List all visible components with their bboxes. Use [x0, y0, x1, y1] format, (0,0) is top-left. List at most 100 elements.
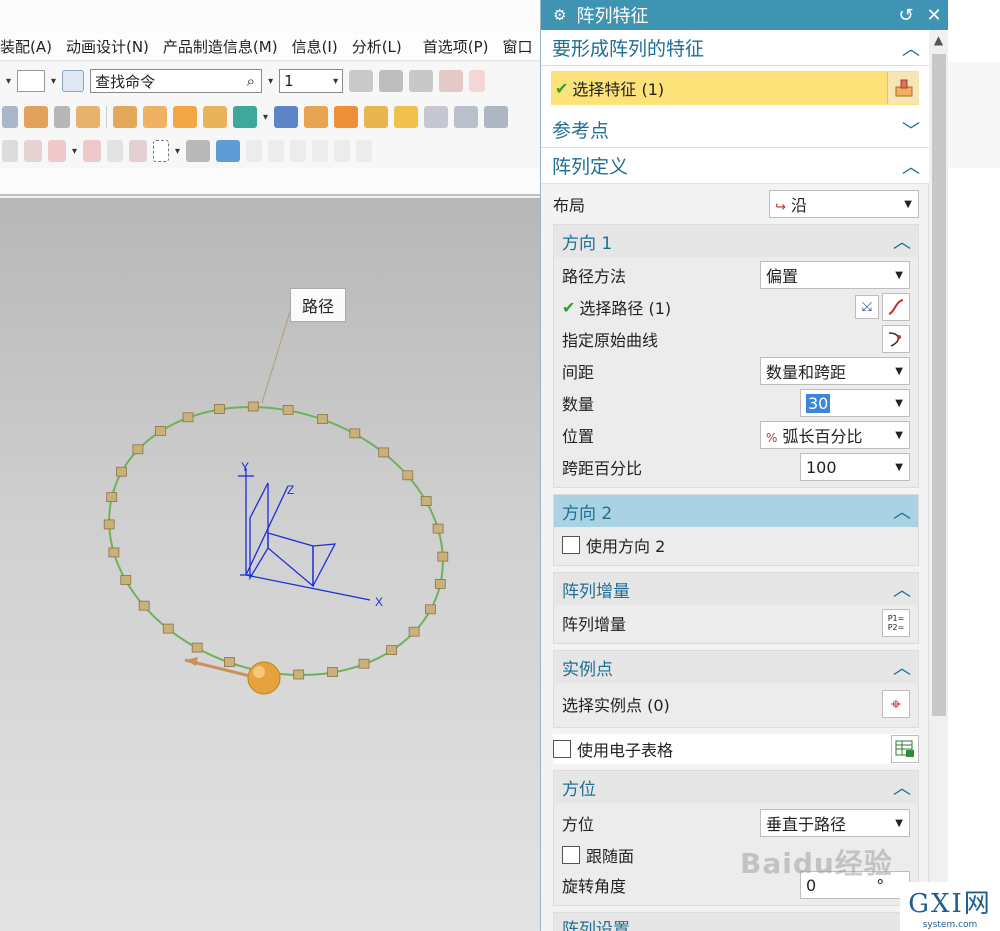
select-feature-row[interactable]: ✔ 选择特征 (1) [551, 71, 919, 105]
scroll-thumb[interactable] [932, 54, 946, 716]
chevron-down-icon[interactable]: ▾ [268, 76, 273, 87]
plus-icon[interactable] [334, 140, 351, 162]
position-dropdown[interactable]: % 弧长百分比 ▼ [760, 421, 910, 449]
hole-icon[interactable] [76, 106, 100, 128]
pattern-instance[interactable] [358, 658, 370, 669]
thicken-icon[interactable] [424, 106, 449, 128]
pattern-instance[interactable] [425, 604, 436, 615]
array-settings-header[interactable]: 阵列设置 [554, 913, 918, 931]
pattern-instance[interactable] [408, 626, 420, 637]
curve-icon[interactable] [469, 70, 486, 92]
reset-icon[interactable]: ↺ [892, 5, 920, 26]
scroll-up-icon[interactable]: ▲ [929, 30, 948, 50]
cut-icon[interactable] [484, 106, 509, 128]
curve-select-icon[interactable] [882, 293, 910, 321]
shell-icon[interactable] [304, 106, 329, 128]
mirror-icon[interactable] [203, 106, 227, 128]
chevron-down-icon[interactable]: ▼ [895, 462, 903, 473]
arc-icon[interactable] [268, 140, 285, 162]
block-icon[interactable] [24, 106, 48, 128]
find-command-input[interactable]: 查找命令 ⌕ [90, 69, 263, 93]
original-curve-icon[interactable] [882, 325, 910, 353]
chevron-up-icon[interactable]: ︿ [892, 774, 912, 800]
revolve-icon[interactable] [143, 106, 167, 128]
menu-preferences[interactable]: 首选项(P) [409, 36, 496, 57]
chevron-down-icon[interactable]: ▼ [895, 398, 903, 409]
chevron-down-icon[interactable]: ▾ [51, 76, 56, 87]
layout-dropdown[interactable]: ↪ 沿 ▼ [769, 190, 919, 218]
pattern-instance[interactable] [138, 600, 150, 611]
shade-icon[interactable] [186, 140, 211, 162]
p1-p2-table-icon[interactable]: P1= P2= [882, 609, 910, 637]
draft-icon[interactable] [274, 106, 299, 128]
close-icon[interactable]: ✕ [920, 5, 948, 26]
pattern-instance[interactable] [120, 574, 132, 585]
specify-curve-row[interactable]: 指定原始曲线 [562, 323, 910, 355]
orientation-dropdown[interactable]: 垂直于路径 ▼ [760, 809, 910, 837]
direction1-header[interactable]: 方向 1 ︿ [554, 225, 918, 257]
box-icon[interactable] [454, 106, 479, 128]
menu-info[interactable]: 信息(I) [285, 36, 345, 57]
spacing-dropdown[interactable]: 数量和跨距 ▼ [760, 357, 910, 385]
pattern-instance[interactable] [282, 404, 294, 415]
dialog-scrollbar[interactable]: ▲ [928, 30, 948, 931]
chevron-up-icon[interactable]: ︿ [892, 228, 912, 254]
path-curve[interactable] [108, 406, 444, 676]
filter-number-select[interactable]: 1 ▾ [279, 69, 344, 93]
use-direction2-checkbox[interactable] [562, 536, 580, 554]
pattern-instance[interactable] [154, 425, 166, 436]
count-value[interactable]: 30 [806, 393, 831, 413]
menu-assembly[interactable]: 装配(A) [0, 36, 59, 57]
pattern-instance[interactable] [224, 657, 235, 667]
gear-icon[interactable]: ⚙ [553, 6, 566, 24]
snap-icon[interactable] [2, 140, 18, 162]
direction2-header[interactable]: 方向 2 ︿ [554, 495, 918, 527]
chevron-down-icon[interactable]: ▾ [6, 76, 11, 87]
rect-select-icon[interactable] [153, 140, 170, 162]
pattern-instance[interactable] [420, 496, 432, 507]
model-svg[interactable]: Y Z X [0, 198, 540, 931]
chevron-up-icon[interactable]: ︿ [892, 498, 912, 524]
crosshair-icon[interactable]: ⌖ [882, 690, 910, 718]
circle-icon[interactable] [312, 140, 329, 162]
pattern-instance[interactable] [182, 412, 194, 423]
spline-icon[interactable] [290, 140, 307, 162]
pattern-instance[interactable] [108, 547, 120, 558]
sketch-point-icon[interactable] [24, 140, 42, 162]
select-feature-icon[interactable] [887, 72, 919, 104]
sketch-box-icon[interactable] [48, 140, 66, 162]
instance-points-header[interactable]: 实例点 ︿ [554, 651, 918, 683]
chevron-down-icon[interactable]: ▾ [72, 146, 77, 157]
layer-icon[interactable] [349, 70, 374, 92]
chevron-down-icon[interactable]: ▾ [263, 112, 268, 123]
count-input[interactable]: 30 ▼ [800, 389, 910, 417]
use-spreadsheet-row[interactable]: 使用电子表格 [553, 734, 919, 764]
stack2-icon[interactable] [409, 70, 434, 92]
use-direction2-row[interactable]: 使用方向 2 [562, 529, 910, 561]
section-definition-header[interactable]: 阵列定义 ︿ [541, 148, 929, 184]
pattern-instance[interactable] [106, 492, 118, 503]
offset-icon[interactable] [394, 106, 419, 128]
pattern-instance[interactable] [434, 578, 446, 589]
pattern-icon[interactable] [173, 106, 197, 128]
pattern-instance[interactable] [213, 404, 225, 414]
view-cube-icon[interactable] [216, 140, 241, 162]
menu-pmi[interactable]: 产品制造信息(M) [156, 36, 285, 57]
pattern-instance[interactable] [386, 645, 398, 656]
select-path-row[interactable]: ✔ 选择路径 (1) ⤩ [562, 291, 910, 323]
pattern-instance[interactable] [103, 519, 115, 530]
chevron-down-icon[interactable]: ﹀ [901, 117, 921, 143]
pattern-instance[interactable] [432, 523, 444, 534]
pattern-instance[interactable] [162, 623, 174, 634]
pattern-instance[interactable] [116, 466, 127, 477]
pattern-instance[interactable] [402, 470, 414, 481]
line-icon[interactable] [246, 140, 263, 162]
spreadsheet-icon[interactable] [891, 735, 919, 763]
stack-icon[interactable] [379, 70, 404, 92]
pattern-instance[interactable] [191, 642, 203, 653]
menu-analysis[interactable]: 分析(L) [345, 36, 409, 57]
pattern-instance[interactable] [293, 669, 305, 680]
pattern-instance[interactable] [349, 428, 361, 439]
menu-window[interactable]: 窗口 [496, 36, 540, 57]
pipe-icon[interactable] [54, 106, 70, 128]
